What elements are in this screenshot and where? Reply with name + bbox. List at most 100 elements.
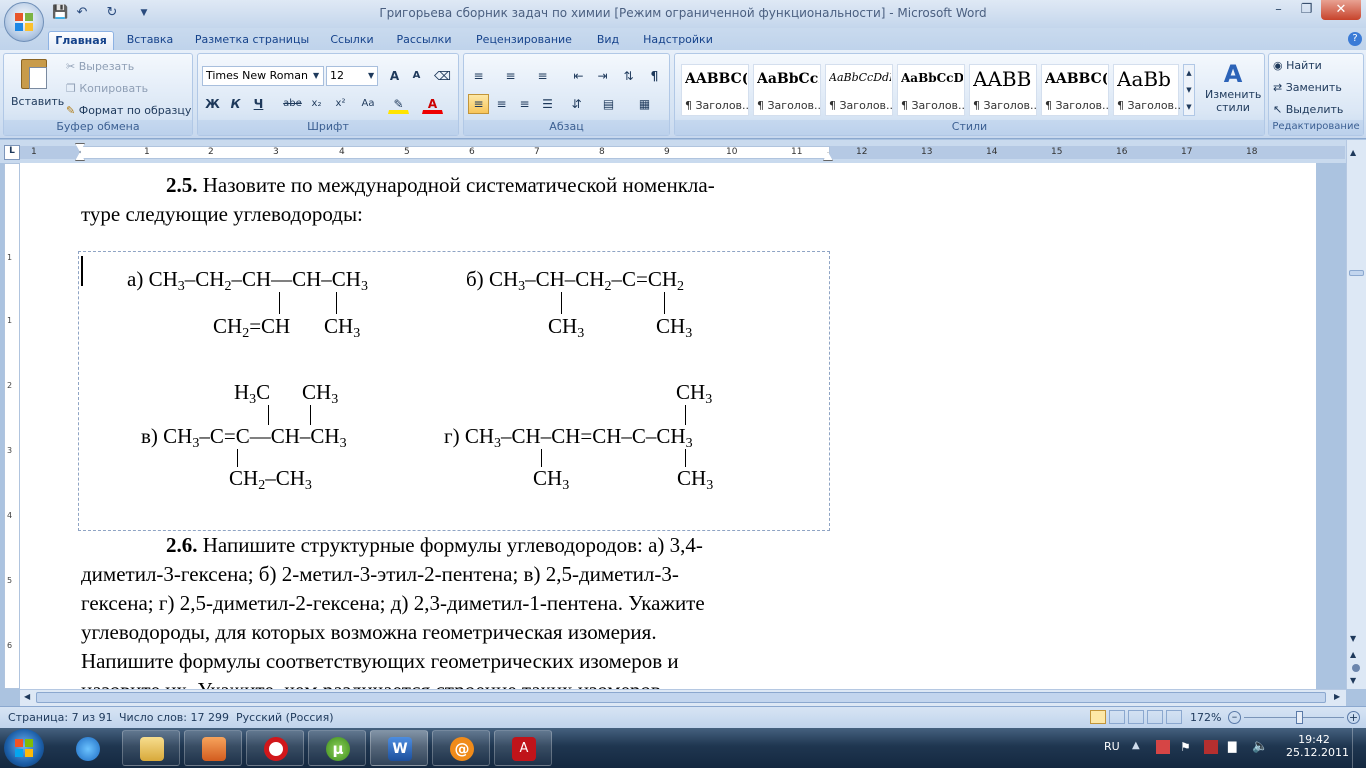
styles-scroll-icon[interactable]: ▲ ▼ ▼: [1183, 64, 1195, 116]
strikethrough-button[interactable]: abe: [282, 94, 303, 114]
cut-button[interactable]: ✂ Вырезать: [66, 60, 134, 73]
style-tile[interactable]: AaBbCcDdI¶ Заголов...: [897, 64, 965, 116]
multilevel-list-icon[interactable]: ≡: [532, 66, 553, 86]
taskbar-opera[interactable]: [246, 730, 304, 766]
shading-icon[interactable]: ▤: [598, 94, 619, 114]
hscroll-thumb[interactable]: [36, 692, 1326, 703]
outline-icon[interactable]: [1147, 710, 1163, 724]
save-icon[interactable]: 💾: [52, 5, 68, 21]
tab-review[interactable]: Рецензирование: [468, 31, 580, 50]
align-left-icon[interactable]: ≡: [468, 94, 489, 114]
style-tile[interactable]: AaBbCcDdE ¶ Заголов...: [825, 64, 893, 116]
change-case-button[interactable]: Aa: [354, 94, 382, 114]
minimize-icon[interactable]: –: [1265, 0, 1292, 20]
style-tile[interactable]: AABB ¶ Заголов...: [969, 64, 1037, 116]
zoom-slider[interactable]: [1244, 717, 1344, 718]
start-button[interactable]: [4, 729, 44, 767]
flag-icon[interactable]: ⚑: [1180, 740, 1191, 754]
volume-icon[interactable]: 🔈: [1252, 739, 1268, 754]
horizontal-scrollbar[interactable]: ◀ ▶: [20, 689, 1346, 706]
tab-page-layout[interactable]: Разметка страницы: [190, 31, 314, 50]
taskbar-acrobat[interactable]: A: [494, 730, 552, 766]
select-button[interactable]: ↖ Выделить: [1273, 103, 1343, 116]
redo-icon[interactable]: ↻: [104, 5, 120, 21]
format-painter-button[interactable]: ✎ Формат по образцу: [66, 104, 191, 117]
tab-mailings[interactable]: Рассылки: [390, 31, 458, 50]
language-indicator[interactable]: Русский (Россия): [236, 711, 334, 724]
help-icon[interactable]: ?: [1348, 32, 1362, 46]
highlight-icon[interactable]: ✎: [388, 94, 409, 114]
zoom-level[interactable]: 172%: [1190, 711, 1221, 724]
underline-button[interactable]: Ч: [248, 94, 269, 114]
tab-addins[interactable]: Надстройки: [636, 31, 720, 50]
tray-icon[interactable]: [1204, 740, 1218, 754]
zoom-out-icon[interactable]: –: [1228, 711, 1241, 724]
tab-insert[interactable]: Вставка: [120, 31, 180, 50]
bullets-icon[interactable]: ≡: [468, 66, 489, 86]
align-right-icon[interactable]: ≡: [514, 94, 535, 114]
close-icon[interactable]: ✕: [1321, 0, 1361, 20]
increase-indent-icon[interactable]: ⇥: [592, 66, 613, 86]
zoom-slider-thumb[interactable]: [1296, 711, 1303, 724]
style-tile[interactable]: AaBb ¶ Заголов...: [1113, 64, 1181, 116]
replace-button[interactable]: ⇄ Заменить: [1273, 81, 1342, 94]
font-name-select[interactable]: Times New Roman: [202, 66, 324, 86]
web-layout-icon[interactable]: [1128, 710, 1144, 724]
office-button[interactable]: [4, 2, 44, 42]
borders-icon[interactable]: ▦: [634, 94, 655, 114]
subscript-button[interactable]: x₂: [306, 94, 327, 114]
sort-icon[interactable]: ⇅: [618, 66, 639, 86]
style-tile[interactable]: AABBC(¶ Заголов...: [681, 64, 749, 116]
prev-page-icon[interactable]: ▲: [1350, 650, 1356, 659]
network-icon[interactable]: ▇: [1228, 740, 1236, 753]
show-desktop-button[interactable]: [1352, 728, 1366, 768]
align-center-icon[interactable]: ≡: [491, 94, 512, 114]
justify-icon[interactable]: ☰: [537, 94, 558, 114]
find-button[interactable]: ◉ Найти: [1273, 59, 1322, 72]
italic-button[interactable]: К: [225, 94, 246, 114]
shrink-font-button[interactable]: A: [406, 66, 427, 86]
grow-font-button[interactable]: A: [384, 66, 405, 86]
tray-icon[interactable]: [1156, 740, 1170, 754]
taskbar-explorer[interactable]: [122, 730, 180, 766]
decrease-indent-icon[interactable]: ⇤: [568, 66, 589, 86]
scroll-down-icon[interactable]: ▼: [1350, 634, 1356, 643]
font-color-icon[interactable]: A: [422, 94, 443, 114]
draft-icon[interactable]: [1166, 710, 1182, 724]
numbering-icon[interactable]: ≡: [500, 66, 521, 86]
taskbar-utorrent[interactable]: µ: [308, 730, 366, 766]
superscript-button[interactable]: x²: [330, 94, 351, 114]
vertical-scrollbar[interactable]: ▲ ▼ ▲ ▼: [1346, 140, 1366, 689]
customize-icon[interactable]: ▼: [136, 5, 152, 21]
word-count[interactable]: Число слов: 17 299: [119, 711, 229, 724]
taskbar-mail[interactable]: @: [432, 730, 490, 766]
taskbar-word[interactable]: W: [370, 730, 428, 766]
keyboard-language[interactable]: RU: [1104, 740, 1120, 753]
line-spacing-icon[interactable]: ⇵: [566, 94, 587, 114]
taskbar-app[interactable]: [184, 730, 242, 766]
clear-format-icon[interactable]: ⌫: [432, 66, 453, 86]
tab-view[interactable]: Вид: [590, 31, 626, 50]
scroll-up-icon[interactable]: ▲: [1350, 148, 1356, 157]
style-tile[interactable]: AABBC(¶ Заголов...: [1041, 64, 1109, 116]
style-tile[interactable]: AaBbCcI ¶ Заголов...: [753, 64, 821, 116]
tab-selector-icon[interactable]: L: [4, 145, 20, 160]
pilcrow-icon[interactable]: ¶: [644, 66, 665, 86]
bold-button[interactable]: Ж: [202, 94, 223, 114]
maximize-icon[interactable]: ❐: [1293, 0, 1320, 20]
tray-expand-icon[interactable]: ▲: [1132, 740, 1140, 751]
paste-button[interactable]: Вставить: [9, 57, 64, 119]
tab-references[interactable]: Ссылки: [324, 31, 380, 50]
tray-clock[interactable]: 19:42 25.12.2011: [1286, 733, 1349, 759]
next-page-icon[interactable]: ▼: [1350, 676, 1356, 685]
tab-home[interactable]: Главная: [48, 31, 114, 50]
change-styles-button[interactable]: A Изменить стили: [1205, 60, 1261, 114]
print-layout-icon[interactable]: [1090, 710, 1106, 724]
scroll-thumb[interactable]: [1349, 270, 1364, 276]
zoom-in-icon[interactable]: +: [1347, 711, 1360, 724]
taskbar-ie[interactable]: [58, 730, 116, 766]
scroll-right-icon[interactable]: ▶: [1334, 692, 1340, 701]
undo-icon[interactable]: ↶: [74, 5, 90, 21]
copy-button[interactable]: ❐ Копировать: [66, 82, 148, 95]
scroll-left-icon[interactable]: ◀: [24, 692, 30, 701]
